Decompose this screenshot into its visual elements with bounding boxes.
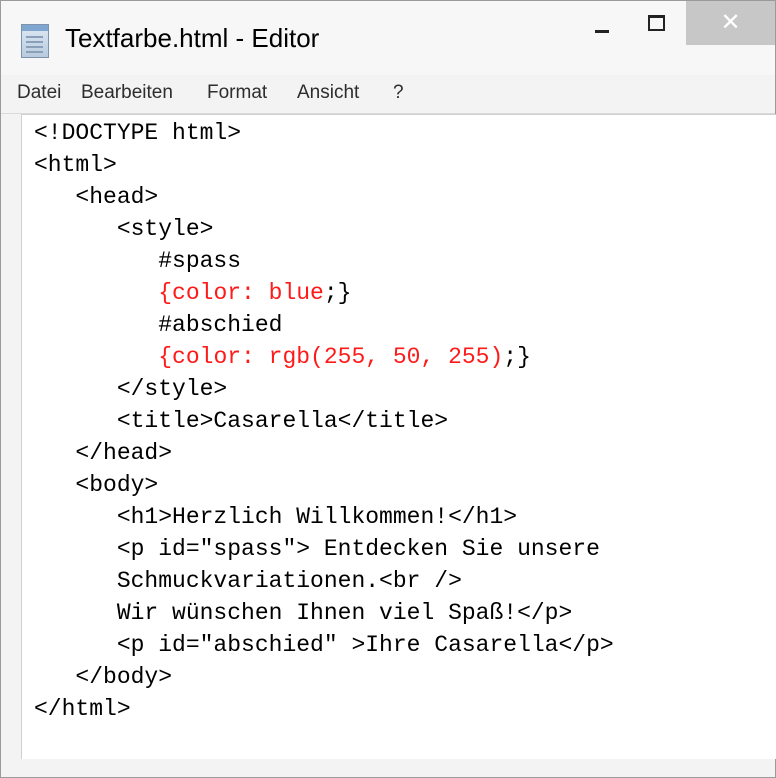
window-title: Textfarbe.html - Editor (65, 23, 320, 53)
code-line: <p id="spass"> Entdecken Sie unsere (34, 536, 600, 562)
minimize-button[interactable] (580, 1, 624, 49)
css-declaration: {color: blue (158, 280, 324, 306)
code-line: <body> (34, 472, 159, 498)
menu-item-datei[interactable]: Datei (17, 82, 61, 104)
notepad-icon[interactable] (21, 24, 49, 58)
title-bar[interactable]: Textfarbe.html - Editor ✕ (1, 1, 775, 75)
code-line: <!DOCTYPE html> (34, 120, 242, 146)
menu-item-bearbeiten[interactable]: Bearbeiten (81, 82, 173, 104)
menu-item-format[interactable]: Format (207, 82, 267, 104)
code-line: <title>Casarella</title> (34, 408, 449, 434)
code-line: </body> (34, 664, 173, 690)
window-bottom-edge (1, 759, 775, 777)
code-line: #abschied (34, 312, 283, 338)
notepad-window: Textfarbe.html - Editor ✕ Datei Bearbeit… (0, 0, 776, 778)
code-line: <p id="abschied" >Ihre Casarella</p> (34, 632, 614, 658)
code-line: Wir wünschen Ihnen viel Spaß!</p> (34, 600, 573, 626)
code-line: <style> (34, 216, 214, 242)
code-line: Schmuckvariationen.<br /> (34, 568, 462, 594)
code-line: <html> (34, 152, 117, 178)
menu-item-ansicht[interactable]: Ansicht (297, 82, 359, 104)
maximize-icon (647, 15, 665, 31)
maximize-button[interactable] (626, 1, 686, 49)
code-line: #spass (34, 248, 242, 274)
menu-item-help[interactable]: ? (393, 82, 404, 104)
close-button[interactable]: ✕ (686, 1, 775, 45)
close-icon: ✕ (720, 8, 741, 36)
code-line: {color: rgb(255, 50, 255);} (158, 344, 531, 370)
menu-bar: Datei Bearbeiten Format Ansicht ? (1, 75, 775, 114)
code-line: </head> (34, 440, 173, 466)
code-line: </html> (34, 696, 131, 722)
css-declaration: {color: rgb(255, 50, 255) (158, 344, 504, 370)
minimize-icon (595, 29, 609, 33)
code-line: <h1>Herzlich Willkommen!</h1> (34, 504, 518, 530)
text-editor-area[interactable]: <!DOCTYPE html> <html> <head> <style> #s… (21, 114, 776, 759)
code-line: {color: blue;} (158, 280, 352, 306)
code-line: <head> (34, 184, 159, 210)
code-line: </style> (34, 376, 228, 402)
